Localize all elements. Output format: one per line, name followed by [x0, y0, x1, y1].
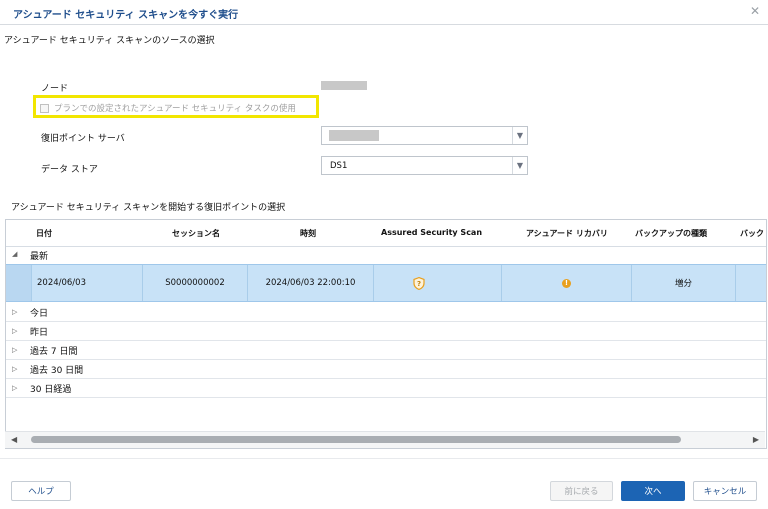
- next-button[interactable]: 次へ: [621, 481, 685, 501]
- horizontal-scrollbar[interactable]: ◀ ▶: [5, 431, 765, 448]
- collapsed-triangle-icon[interactable]: ▷: [12, 327, 17, 335]
- cell-session: S0000000002: [143, 265, 248, 301]
- collapsed-triangle-icon[interactable]: ▷: [12, 384, 17, 392]
- use-plan-task-label: プランでの設定されたアシュアード セキュリティ タスクの使用: [54, 104, 296, 114]
- use-plan-task-checkbox[interactable]: [40, 103, 49, 113]
- expanded-triangle-icon[interactable]: ◢: [12, 250, 17, 258]
- rps-label: 復旧ポイント サーバ: [41, 134, 125, 144]
- footer-divider: [0, 458, 768, 459]
- scroll-right-icon[interactable]: ▶: [753, 435, 759, 444]
- group-label-older-than-30-days: 30 日経過: [30, 385, 72, 395]
- column-header-date[interactable]: 日付: [36, 228, 52, 239]
- help-button[interactable]: ヘルプ: [11, 481, 71, 501]
- group-row-last-30-days[interactable]: ▷ 過去 30 日間: [6, 359, 766, 379]
- group-label-latest: 最新: [30, 252, 49, 262]
- datastore-select[interactable]: DS1 ▼: [321, 156, 528, 175]
- recovery-point-grid: 日付 セッション名 時刻 Assured Security Scan アシュアー…: [5, 219, 767, 449]
- column-header-backup-truncated[interactable]: バック: [740, 228, 764, 239]
- collapsed-triangle-icon[interactable]: ▷: [12, 308, 17, 316]
- group-label-last-30-days: 過去 30 日間: [30, 366, 84, 376]
- row-indicator: [6, 265, 32, 301]
- collapsed-triangle-icon[interactable]: ▷: [12, 346, 17, 354]
- column-header-assured-security-scan[interactable]: Assured Security Scan: [381, 228, 482, 237]
- group-label-yesterday: 昨日: [30, 328, 49, 338]
- cell-date: 2024/06/03: [32, 265, 143, 301]
- grid-header: 日付 セッション名 時刻 Assured Security Scan アシュアー…: [6, 220, 766, 247]
- dialog-titlebar: アシュアード セキュリティ スキャンを今すぐ実行 ✕: [0, 0, 768, 25]
- column-header-time[interactable]: 時刻: [300, 228, 316, 239]
- warning-icon: !: [562, 278, 571, 288]
- dialog-title: アシュアード セキュリティ スキャンを今すぐ実行: [13, 10, 239, 21]
- scrollbar-thumb[interactable]: [31, 436, 681, 443]
- datastore-value: DS1: [330, 161, 348, 171]
- rps-value-redacted: [329, 130, 379, 141]
- datastore-label: データ ストア: [41, 165, 98, 175]
- rps-select[interactable]: ▼: [321, 126, 528, 145]
- cancel-button[interactable]: キャンセル: [693, 481, 757, 501]
- collapsed-triangle-icon[interactable]: ▷: [12, 365, 17, 373]
- close-icon[interactable]: ✕: [750, 4, 760, 18]
- cell-extra: [736, 265, 766, 301]
- chevron-down-icon[interactable]: ▼: [512, 127, 527, 144]
- scroll-left-icon[interactable]: ◀: [11, 435, 17, 444]
- column-header-backup-type[interactable]: バックアップの種類: [635, 228, 707, 239]
- group-label-today: 今日: [30, 309, 49, 319]
- group-label-last-7-days: 過去 7 日間: [30, 347, 78, 357]
- column-header-assured-recovery[interactable]: アシュアード リカバリ: [526, 228, 608, 239]
- group-row-last-7-days[interactable]: ▷ 過去 7 日間: [6, 340, 766, 360]
- node-value-redacted: [321, 81, 367, 90]
- cell-time: 2024/06/03 22:00:10: [248, 265, 374, 301]
- node-label: ノード: [41, 84, 69, 94]
- svg-text:?: ?: [417, 280, 421, 288]
- shield-question-icon: ?: [413, 276, 425, 290]
- recovery-section-heading: アシュアード セキュリティ スキャンを開始する復旧ポイントの選択: [11, 203, 286, 213]
- cell-assured-recovery: !: [502, 265, 632, 301]
- group-row-today[interactable]: ▷ 今日: [6, 302, 766, 322]
- use-plan-task-option[interactable]: プランでの設定されたアシュアード セキュリティ タスクの使用: [40, 102, 296, 114]
- recovery-point-row-selected[interactable]: 2024/06/03 S0000000002 2024/06/03 22:00:…: [6, 264, 766, 302]
- back-button[interactable]: 前に戻る: [550, 481, 613, 501]
- source-section-heading: アシュアード セキュリティ スキャンのソースの選択: [4, 36, 215, 46]
- chevron-down-icon[interactable]: ▼: [512, 157, 527, 174]
- cell-assured-security-scan: ?: [374, 265, 502, 301]
- group-row-older-than-30-days[interactable]: ▷ 30 日経過: [6, 378, 766, 398]
- cell-backup-type: 増分: [632, 265, 736, 301]
- group-row-latest[interactable]: ◢ 最新: [6, 246, 766, 265]
- group-row-yesterday[interactable]: ▷ 昨日: [6, 321, 766, 341]
- column-header-session[interactable]: セッション名: [172, 228, 220, 239]
